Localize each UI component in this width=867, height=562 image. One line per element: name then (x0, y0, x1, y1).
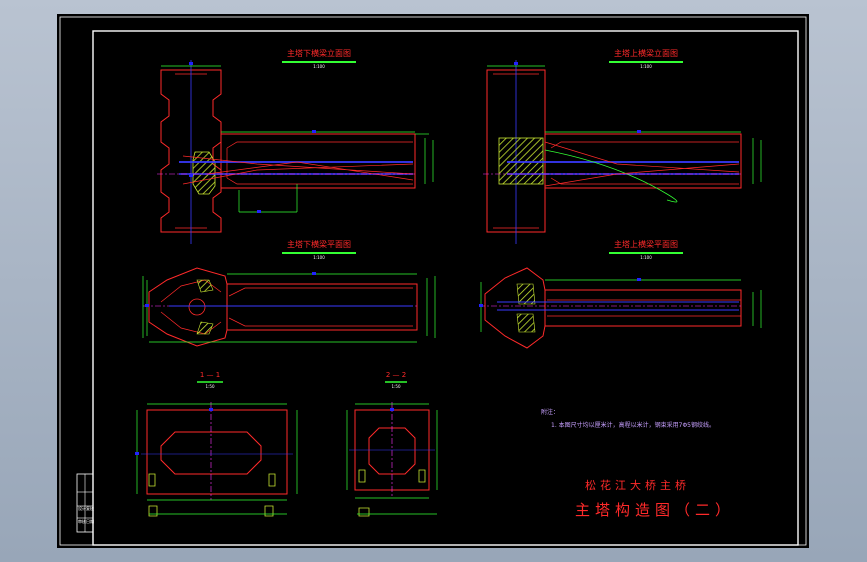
upper-plan-scale: 1:100 (640, 255, 652, 260)
upper-plan-title: 主塔上横梁平面图 (614, 240, 678, 249)
section-2-2-title: 2 — 2 (385, 371, 407, 379)
lower-elevation-view (157, 60, 434, 244)
lower-plan-scale: 1:100 (313, 255, 325, 260)
project-title: 松花江大桥主桥 (585, 479, 690, 492)
upper-elevation-scale: 1:100 (640, 64, 652, 69)
upper-elevation-view (483, 60, 762, 244)
drawing-title: 主塔构造图（二） (575, 501, 736, 519)
cad-drawing (59, 16, 807, 546)
title-block-cell-4: 日期 (86, 519, 94, 524)
upper-elevation-title: 主塔上横梁立面图 (614, 49, 678, 58)
lower-elevation-title: 主塔下横梁立面图 (287, 49, 351, 58)
lower-plan-title: 主塔下横梁平面图 (287, 240, 351, 249)
title-block-cell-3: 审核 (78, 519, 86, 524)
section-2-2-scale: 1:50 (391, 384, 401, 389)
title-block-cell-1: 设计 (78, 506, 86, 511)
section-2-2-view (346, 381, 438, 517)
title-block-cell-2: 复核 (86, 506, 94, 511)
lower-elevation-scale: 1:100 (313, 64, 325, 69)
section-1-1-scale: 1:50 (205, 384, 215, 389)
outer-border (59, 16, 807, 546)
upper-plan-view (479, 252, 762, 349)
section-1-1-title: 1 — 1 (199, 371, 221, 379)
lower-plan-view (142, 252, 436, 347)
notes-line-1: 1. 本图尺寸均以厘米计，高程以米计，钢束采用7Φ5钢绞线。 (551, 422, 715, 429)
drawing-sheet: 主塔下横梁立面图 1:100 主塔上横梁立面图 1:100 主塔下横梁平面图 1… (57, 14, 809, 548)
inner-border (92, 30, 799, 546)
notes-heading: 附注： (541, 409, 560, 416)
section-1-1-view (135, 381, 298, 517)
